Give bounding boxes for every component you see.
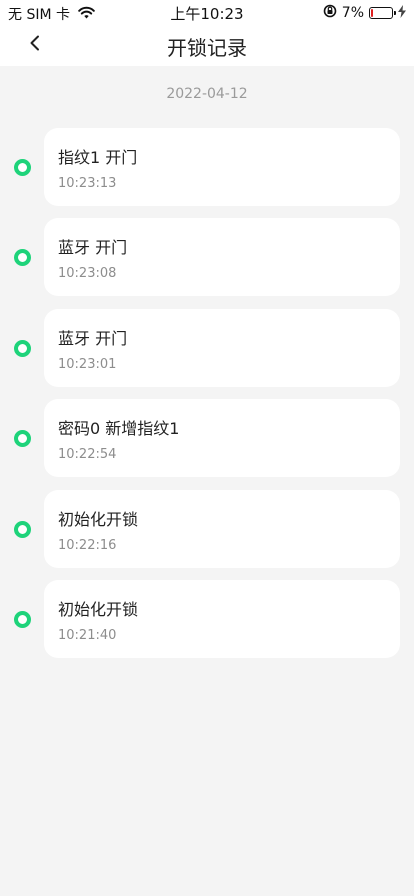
timeline-dot-icon — [14, 611, 31, 628]
navigation-bar: 开锁记录 — [0, 24, 414, 66]
charging-bolt-icon — [398, 4, 406, 22]
timeline-dot-icon — [14, 430, 31, 448]
record-item: 指纹1 开门 10:23:13 — [0, 128, 414, 206]
record-item: 蓝牙 开门 10:23:08 — [0, 218, 414, 297]
record-time: 10:23:01 — [58, 356, 117, 372]
rotation-lock-icon — [323, 4, 337, 22]
timeline-dot-icon — [14, 520, 31, 538]
status-right: 7% — [323, 4, 406, 22]
record-card[interactable]: 指纹1 开门 10:23:13 — [44, 128, 400, 206]
record-card[interactable]: 密码0 新增指纹1 10:22:54 — [44, 399, 400, 478]
date-header: 2022-04-12 — [166, 86, 248, 102]
record-card[interactable]: 蓝牙 开门 10:23:01 — [44, 308, 400, 387]
record-item: 密码0 新增指纹1 10:22:54 — [0, 399, 414, 478]
record-time: 10:21:40 — [58, 628, 117, 643]
record-title: 初始化开锁 — [58, 600, 139, 619]
record-time: 10:22:16 — [58, 537, 117, 553]
record-card[interactable]: 蓝牙 开门 10:23:08 — [44, 218, 400, 297]
timeline-dot-icon — [14, 249, 31, 267]
record-title: 密码0 新增指纹1 — [58, 419, 180, 439]
record-item: 初始化开锁 10:21:40 — [0, 580, 414, 658]
battery-percent: 7% — [341, 5, 364, 21]
timeline-dot-icon — [14, 159, 31, 176]
record-card[interactable]: 初始化开锁 10:21:40 — [44, 580, 400, 658]
record-item: 蓝牙 开门 10:23:01 — [0, 308, 414, 387]
record-title: 蓝牙 开门 — [58, 238, 128, 258]
record-title: 初始化开锁 — [58, 509, 139, 529]
battery-level-fill — [371, 9, 373, 17]
record-title: 指纹1 开门 — [58, 148, 138, 167]
timeline-dot-icon — [14, 339, 31, 357]
record-time: 10:23:08 — [58, 266, 117, 282]
battery-icon — [369, 7, 396, 19]
record-item: 初始化开锁 10:22:16 — [0, 489, 414, 568]
page-title: 开锁记录 — [167, 36, 247, 60]
record-title: 蓝牙 开门 — [58, 328, 128, 348]
status-bar: 无 SIM 卡 上午10:23 7% — [0, 0, 414, 24]
record-card[interactable]: 初始化开锁 10:22:16 — [44, 489, 400, 568]
record-time: 10:23:13 — [58, 176, 117, 191]
record-time: 10:22:54 — [58, 447, 117, 463]
